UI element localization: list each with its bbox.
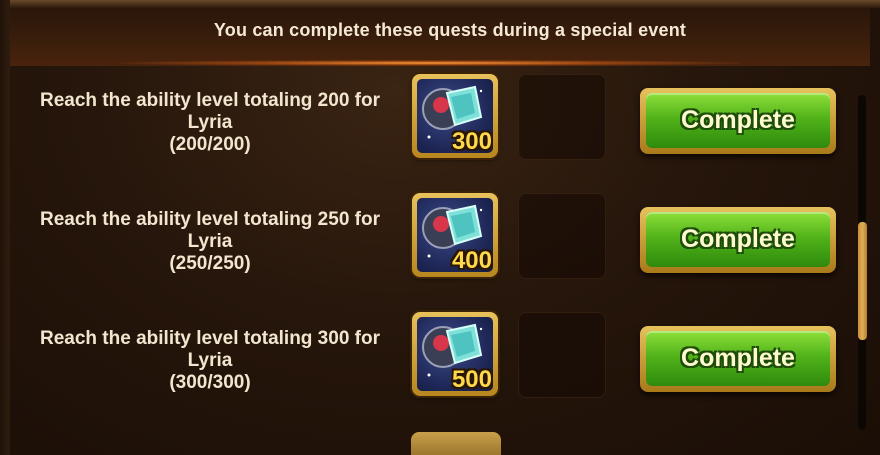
quest-row: Reach the ability level totaling 250 for…: [10, 193, 850, 321]
complete-button-face: Complete: [646, 93, 830, 148]
quest-description: Reach the ability level totaling 200 for…: [10, 90, 410, 156]
complete-button-label: Complete: [681, 344, 795, 372]
quest-row: Reach the ability level totaling 300 for…: [10, 312, 850, 440]
quest-description-line1: Reach the ability level totaling 200 for: [40, 90, 380, 111]
quest-description-line1: Reach the ability level totaling 300 for: [40, 328, 380, 349]
quest-panel: You can complete these quests during a s…: [0, 0, 880, 455]
complete-button[interactable]: Complete: [640, 207, 836, 273]
empty-reward-slot: [518, 74, 606, 160]
complete-button-face: Complete: [646, 212, 830, 267]
reward-amount: 500: [451, 366, 492, 393]
quest-description: Reach the ability level totaling 250 for…: [10, 209, 410, 275]
complete-button[interactable]: Complete: [640, 88, 836, 154]
quest-description-line2: Lyria: [187, 350, 233, 371]
quest-row: Reach the ability level totaling 200 for…: [10, 74, 850, 202]
quest-description-line2: Lyria: [187, 231, 233, 252]
quest-description-line1: Reach the ability level totaling 250 for: [40, 209, 380, 230]
quest-description: Reach the ability level totaling 300 for…: [10, 328, 410, 394]
panel-title: You can complete these quests during a s…: [213, 20, 687, 40]
quest-description-line2: Lyria: [187, 112, 233, 133]
reward-slot[interactable]: 500: [412, 312, 498, 396]
panel-frame-top: [0, 0, 880, 8]
quest-progress: (200/200): [169, 134, 251, 155]
reward-slot[interactable]: 400: [412, 193, 498, 277]
empty-reward-slot: [518, 193, 606, 279]
quest-progress: (300/300): [169, 372, 251, 393]
complete-button-face: Complete: [646, 331, 830, 386]
header-divider-glow: [120, 60, 740, 66]
next-reward-slot-peek: [411, 432, 501, 455]
panel-frame-left: [0, 0, 10, 455]
scrollbar-thumb[interactable]: [858, 222, 867, 340]
reward-slot[interactable]: 300: [412, 74, 498, 158]
complete-button[interactable]: Complete: [640, 326, 836, 392]
complete-button-label: Complete: [681, 225, 795, 253]
empty-reward-slot: [518, 312, 606, 398]
quest-progress: (250/250): [169, 253, 251, 274]
reward-amount: 300: [451, 128, 492, 155]
complete-button-label: Complete: [681, 106, 795, 134]
reward-amount: 400: [451, 247, 492, 274]
